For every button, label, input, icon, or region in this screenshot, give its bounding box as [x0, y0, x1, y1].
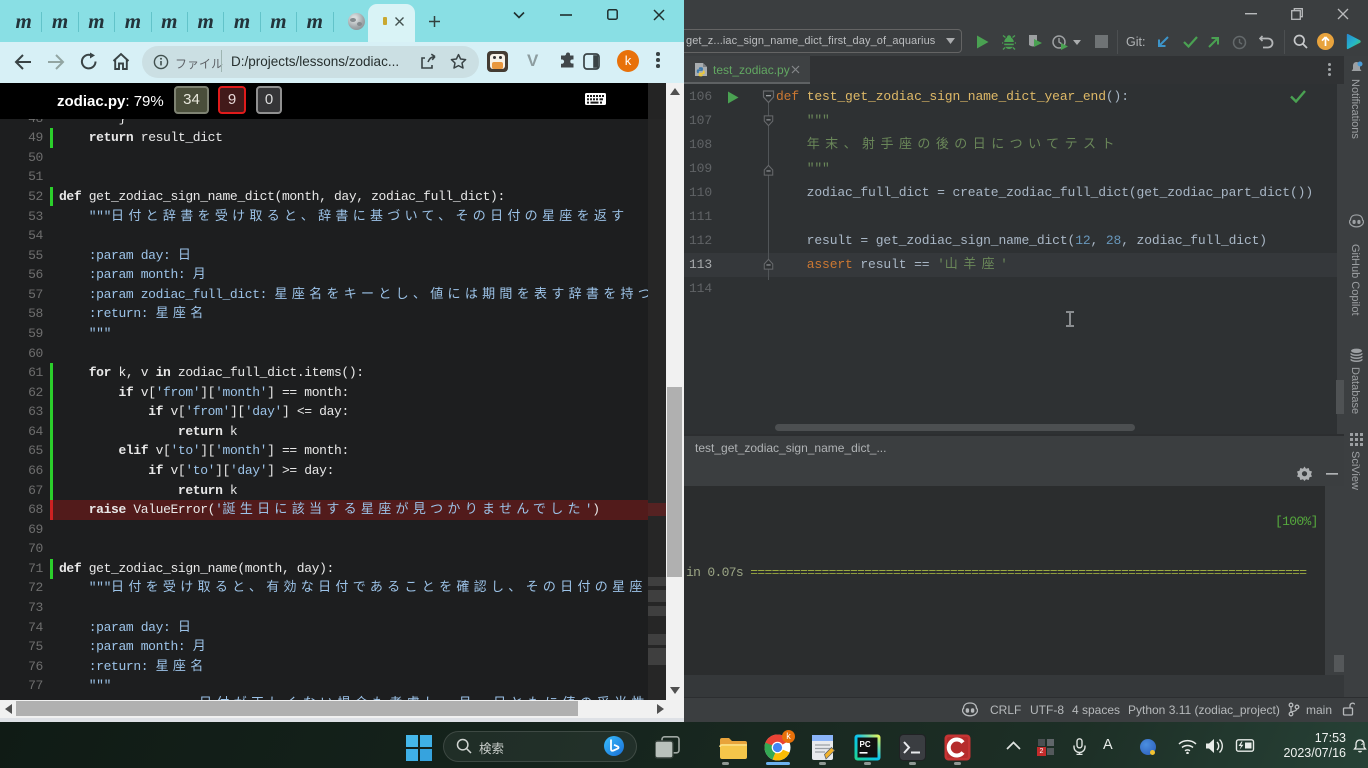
- svg-text:z: z: [1361, 740, 1364, 747]
- svg-text:PC: PC: [860, 740, 871, 749]
